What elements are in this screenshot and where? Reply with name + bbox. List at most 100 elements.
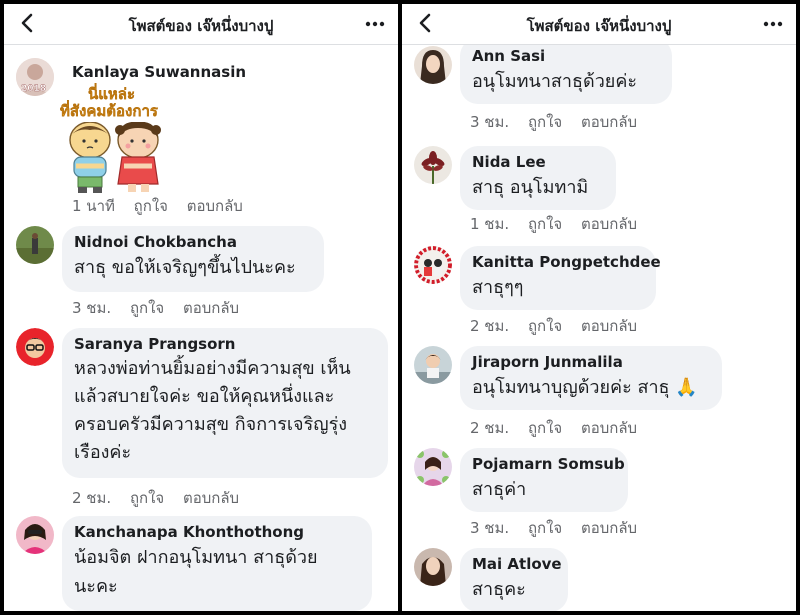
avatar-photo	[414, 346, 452, 384]
reply-link[interactable]: ตอบกลับ	[187, 197, 243, 215]
like-link[interactable]: ถูกใจ	[528, 519, 562, 537]
comment-bubble: Saranya Prangsorn หลวงพ่อท่านยิ้มอย่างมี…	[62, 328, 388, 478]
top-bar: โพสต์ของ เจ๊หนึ่งบางปู	[402, 4, 796, 45]
avatar[interactable]: 2018	[16, 58, 54, 96]
more-dots-icon	[365, 21, 385, 27]
more-button[interactable]	[762, 13, 784, 35]
comment-bubble: Nida Lee สาธุ อนุโมทามิ	[460, 146, 616, 210]
comment-text: สาธุคะ	[472, 579, 526, 600]
reply-link[interactable]: ตอบกลับ	[581, 113, 637, 131]
comment-text-line: แล้วสบายใจค่ะ ขอให้คุณหนึ่งและ	[74, 386, 335, 407]
comment-author[interactable]: Ann Sasi	[472, 47, 660, 65]
comment-actions: 2 ชม. ถูกใจ ตอบกลับ	[470, 416, 651, 440]
avatar-photo	[16, 226, 54, 264]
comment-text: สาธุ อนุโมทามิ	[472, 177, 589, 198]
right-screenshot: โพสต์ของ เจ๊หนึ่งบางปู Ann Sasi อนุโมทนา…	[402, 4, 796, 611]
left-screenshot: โพสต์ของ เจ๊หนึ่งบางปู 2018 Kanlaya Suwa…	[4, 4, 398, 611]
avatar-photo	[16, 328, 54, 366]
sticker-caption-line2: ที่สังคมต้องการ	[60, 102, 158, 120]
comment-text: อนุโมทนาสาธุด้วยค่ะ	[472, 71, 638, 92]
comment-text: สาธุ ขอให้เจริญๆขึ้นไปนะคะ	[74, 257, 296, 278]
comment-time[interactable]: 1 นาที	[72, 197, 115, 215]
comment-text: อนุโมทนาบุญด้วยค่ะ สาธุ 🙏	[472, 377, 698, 398]
comment-author[interactable]: Kanitta Pongpetchdee	[472, 253, 661, 271]
like-link[interactable]: ถูกใจ	[528, 215, 562, 233]
avatar[interactable]	[414, 548, 452, 586]
avatar[interactable]	[414, 448, 452, 486]
comment-bubble: Nidnoi Chokbancha สาธุ ขอให้เจริญๆขึ้นไป…	[62, 226, 324, 292]
comment-bubble: Kanchanapa Khonthothong น้อมจิต ฝากอนุโม…	[62, 516, 372, 611]
avatar[interactable]	[414, 46, 452, 84]
more-dots-icon	[763, 21, 783, 27]
avatar[interactable]	[16, 516, 54, 554]
comment-author[interactable]: Nida Lee	[472, 153, 604, 171]
avatar-photo	[414, 46, 452, 84]
reply-link[interactable]: ตอบกลับ	[581, 519, 637, 537]
comment-bubble: Jiraporn Junmalila อนุโมทนาบุญด้วยค่ะ สา…	[460, 346, 722, 410]
comment-bubble: Ann Sasi อนุโมทนาสาธุด้วยค่ะ	[460, 38, 672, 104]
reply-link[interactable]: ตอบกลับ	[581, 419, 637, 437]
comment-bubble: Kanitta Pongpetchdee สาธุๆๆ	[460, 246, 661, 310]
sticker-couple-illustration	[69, 122, 161, 193]
like-link[interactable]: ถูกใจ	[130, 299, 164, 317]
like-link[interactable]: ถูกใจ	[134, 197, 168, 215]
comment-author[interactable]: Kanchanapa Khonthothong	[74, 523, 360, 541]
avatar-photo	[414, 448, 452, 486]
avatar-photo	[414, 548, 452, 586]
comment-bubble: Pojamarn Somsub สาธุค่า	[460, 448, 628, 512]
like-link[interactable]: ถูกใจ	[528, 113, 562, 131]
avatar-photo	[414, 146, 452, 184]
comment-time[interactable]: 3 ชม.	[72, 299, 111, 317]
like-link[interactable]: ถูกใจ	[130, 489, 164, 507]
comment-text: สาธุๆๆ	[472, 277, 524, 298]
avatar[interactable]	[414, 346, 452, 384]
comment-author[interactable]: Mai Atlove	[472, 555, 562, 573]
sticker-caption-line1: นี่แหล่ะ	[88, 85, 136, 103]
comment-time[interactable]: 2 ชม.	[470, 419, 509, 437]
comment-author[interactable]: Pojamarn Somsub	[472, 455, 625, 473]
comment-time[interactable]: 1 ชม.	[470, 215, 509, 233]
like-link[interactable]: ถูกใจ	[528, 317, 562, 335]
comment-author[interactable]: Saranya Prangsorn	[74, 335, 376, 353]
avatar[interactable]	[16, 226, 54, 264]
comment-text-line: นะคะ	[74, 576, 118, 597]
comment-text-line: ครอบครัวมีความสุข กิจการเจริญรุ่ง	[74, 414, 348, 435]
comment-time[interactable]: 3 ชม.	[470, 113, 509, 131]
comment-text-line: เรืองค่ะ	[74, 442, 132, 463]
comment-bubble: Mai Atlove สาธุคะ	[460, 548, 568, 611]
comment-time[interactable]: 2 ชม.	[72, 489, 111, 507]
reply-link[interactable]: ตอบกลับ	[183, 299, 239, 317]
comment-actions: 1 ชม. ถูกใจ ตอบกลับ	[470, 212, 651, 236]
avatar-photo	[16, 516, 54, 554]
avatar-photo	[414, 246, 452, 284]
comment-text-line: น้อมจิต ฝากอนุโมทนา สาธุด้วย	[74, 547, 318, 568]
comment-author[interactable]: Jiraporn Junmalila	[472, 353, 710, 371]
comment-time[interactable]: 3 ชม.	[470, 519, 509, 537]
reply-link[interactable]: ตอบกลับ	[581, 215, 637, 233]
more-button[interactable]	[364, 13, 386, 35]
comment-actions: 3 ชม. ถูกใจ ตอบกลับ	[470, 110, 651, 134]
top-bar: โพสต์ของ เจ๊หนึ่งบางปู	[4, 4, 398, 45]
comment-actions: 2 ชม. ถูกใจ ตอบกลับ	[470, 314, 651, 338]
sticker[interactable]: นี่แหล่ะ ที่สังคมต้องการ	[58, 85, 170, 194]
avatar[interactable]	[414, 246, 452, 284]
comment-actions: 2 ชม. ถูกใจ ตอบกลับ	[72, 486, 253, 510]
page-title: โพสต์ของ เจ๊หนึ่งบางปู	[526, 17, 672, 35]
comment-time[interactable]: 2 ชม.	[470, 317, 509, 335]
comment-actions: 3 ชม. ถูกใจ ตอบกลับ	[470, 516, 651, 540]
page-title: โพสต์ของ เจ๊หนึ่งบางปู	[128, 17, 274, 35]
comment-actions: 1 นาที ถูกใจ ตอบกลับ	[72, 194, 257, 218]
avatar[interactable]	[414, 146, 452, 184]
avatar-badge-text: 2018	[21, 84, 47, 94]
reply-link[interactable]: ตอบกลับ	[581, 317, 637, 335]
comment-text: หลวงพ่อท่านยิ้มอย่างมีความสุข เห็น แล้วส…	[74, 355, 376, 467]
like-link[interactable]: ถูกใจ	[528, 419, 562, 437]
reply-link[interactable]: ตอบกลับ	[183, 489, 239, 507]
avatar[interactable]	[16, 328, 54, 366]
comment-author[interactable]: Nidnoi Chokbancha	[74, 233, 312, 251]
comment-actions: 3 ชม. ถูกใจ ตอบกลับ	[72, 296, 253, 320]
comment-text: สาธุค่า	[472, 479, 527, 500]
comment-author[interactable]: Kanlaya Suwannasin	[72, 63, 246, 81]
comment-text: น้อมจิต ฝากอนุโมทนา สาธุด้วย นะคะ	[74, 543, 360, 601]
comment-text-line: หลวงพ่อท่านยิ้มอย่างมีความสุข เห็น	[74, 358, 351, 379]
